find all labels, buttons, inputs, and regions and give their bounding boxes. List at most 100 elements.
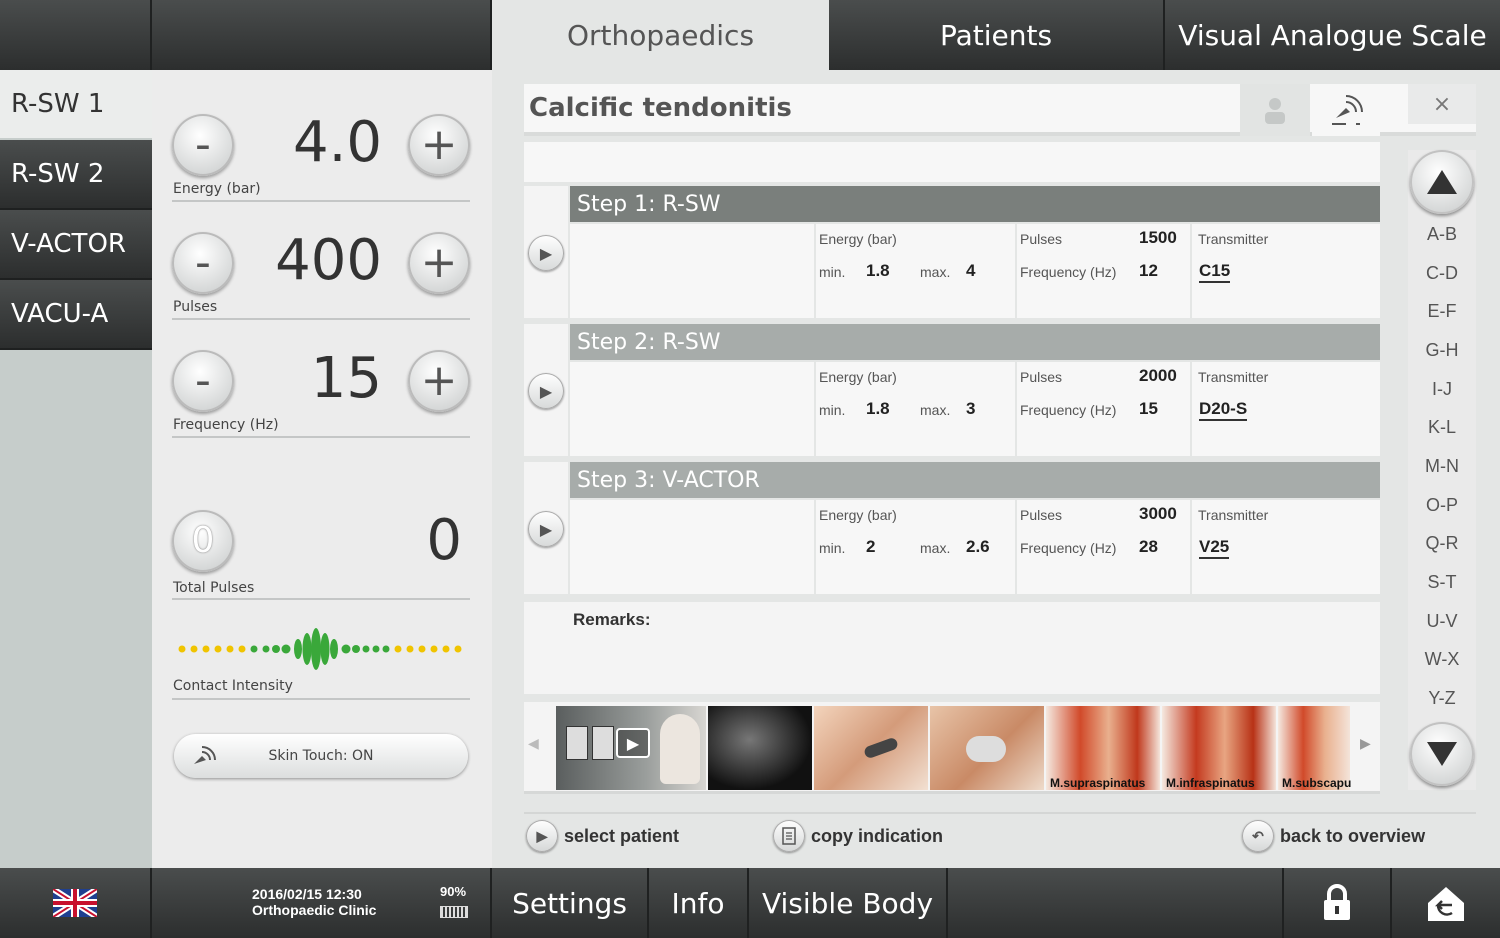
- step-2-transmitter-cell: Transmitter D20-S: [1192, 362, 1380, 456]
- index-g-h[interactable]: G-H: [1408, 340, 1476, 361]
- index-i-j[interactable]: I-J: [1408, 379, 1476, 400]
- mode-v-actor[interactable]: V-ACTOR: [0, 210, 152, 280]
- step-2: ▶ Step 2: R-SW Energy (bar) min. 1.8 max…: [524, 324, 1380, 456]
- scroll-up-button[interactable]: [1410, 150, 1474, 214]
- tab-patients[interactable]: Patients: [829, 0, 1165, 70]
- max-label: max.: [920, 540, 951, 556]
- gallery-ultrasound-thumbnail[interactable]: [708, 706, 812, 790]
- mode-vacu-a[interactable]: VACU-A: [0, 280, 152, 350]
- gallery-anatomy-supraspinatus[interactable]: M.supraspinatus: [1046, 706, 1160, 790]
- play-icon: ▶: [526, 820, 558, 852]
- close-button[interactable]: ×: [1408, 84, 1476, 124]
- gallery-next-icon[interactable]: ▶: [1360, 736, 1371, 752]
- select-patient-button[interactable]: ▶ select patient: [526, 820, 679, 852]
- energy-value: 4.0: [292, 110, 382, 175]
- media-gallery: ◀ ▶ M.supraspinatus M.infraspinatus M.su…: [524, 702, 1380, 794]
- step-3: ▶ Step 3: V-ACTOR Energy (bar) min. 2 ma…: [524, 462, 1380, 594]
- energy-label: Energy (bar): [819, 369, 897, 385]
- mode-r-sw-1[interactable]: R-SW 1: [0, 70, 152, 140]
- step-3-play-button[interactable]: ▶: [528, 511, 564, 547]
- indication-subtitle-bar: [524, 142, 1380, 182]
- info-label: Info: [671, 886, 725, 920]
- patient-icon[interactable]: [1240, 84, 1310, 136]
- index-a-b[interactable]: A-B: [1408, 224, 1476, 245]
- gallery-treatment-photo-1[interactable]: [814, 706, 928, 790]
- energy-minus-button[interactable]: -: [172, 114, 234, 176]
- energy-plus-button[interactable]: +: [408, 114, 470, 176]
- index-w-x[interactable]: W-X: [1408, 649, 1476, 670]
- pulses-row: - 400 + Pulses: [172, 228, 470, 320]
- pulses-plus-button[interactable]: +: [408, 232, 470, 294]
- mode-r-sw-2[interactable]: R-SW 2: [0, 140, 152, 210]
- remarks-box[interactable]: Remarks:: [524, 602, 1380, 694]
- language-button[interactable]: [0, 868, 152, 938]
- skin-touch-toggle[interactable]: Skin Touch: ON: [174, 734, 468, 778]
- energy-min-value: 1.8: [866, 399, 890, 418]
- index-m-n[interactable]: M-N: [1408, 456, 1476, 477]
- energy-min-value: 2: [866, 537, 876, 556]
- home-button[interactable]: [1392, 868, 1500, 938]
- index-y-z[interactable]: Y-Z: [1408, 688, 1476, 709]
- video-preview-card: [566, 726, 588, 760]
- step-2-pulses-cell: Pulses 2000 Frequency (Hz) 15: [1017, 362, 1190, 456]
- settings-button[interactable]: Settings: [492, 868, 649, 938]
- frequency-value: 12: [1139, 261, 1158, 280]
- transmitter-value[interactable]: D20-S: [1199, 399, 1248, 421]
- back-to-overview-button[interactable]: ↶ back to overview: [1242, 820, 1425, 852]
- energy-label: Energy (bar): [819, 231, 897, 247]
- min-label: min.: [819, 540, 846, 556]
- gallery-anatomy-infraspinatus[interactable]: M.infraspinatus: [1162, 706, 1276, 790]
- skin-touch-label: Skin Touch: ON: [268, 748, 374, 764]
- transmitter-value[interactable]: V25: [1199, 537, 1230, 559]
- step-1-play-button[interactable]: ▶: [528, 235, 564, 271]
- transmitter-label: Transmitter: [1198, 507, 1269, 523]
- index-q-r[interactable]: Q-R: [1408, 533, 1476, 554]
- transmitter-value[interactable]: C15: [1199, 261, 1231, 283]
- battery-percent: 90%: [440, 884, 467, 899]
- energy-min-value: 1.8: [866, 261, 890, 280]
- pulses-minus-button[interactable]: -: [172, 232, 234, 294]
- gallery-anatomy-subscapularis[interactable]: M.subscapu: [1278, 706, 1351, 790]
- index-e-f[interactable]: E-F: [1408, 301, 1476, 322]
- tab-orthopaedics[interactable]: Orthopaedics: [492, 0, 829, 70]
- frequency-label: Frequency (Hz): [1020, 264, 1117, 280]
- frequency-minus-button[interactable]: -: [172, 350, 234, 412]
- step-1: ▶ Step 1: R-SW Energy (bar) min. 1.8 max…: [524, 186, 1380, 318]
- frequency-label: Frequency (Hz): [173, 417, 279, 433]
- frequency-value: 15: [310, 346, 382, 411]
- index-c-d[interactable]: C-D: [1408, 263, 1476, 284]
- copy-indication-button[interactable]: copy indication: [773, 820, 943, 852]
- info-button[interactable]: Info: [649, 868, 749, 938]
- frequency-plus-button[interactable]: +: [408, 350, 470, 412]
- index-k-l[interactable]: K-L: [1408, 417, 1476, 438]
- step-1-header[interactable]: Step 1: R-SW: [570, 186, 1380, 222]
- handpiece-icon: [1332, 95, 1363, 125]
- pulses-value: 400: [275, 228, 382, 293]
- lock-button[interactable]: [1284, 868, 1392, 938]
- step-2-play-button[interactable]: ▶: [528, 373, 564, 409]
- date-time: 2016/02/15 12:30: [252, 886, 362, 902]
- tab-visual-analogue-scale[interactable]: Visual Analogue Scale: [1165, 0, 1500, 70]
- index-u-v[interactable]: U-V: [1408, 611, 1476, 632]
- action-bar: ▶ select patient copy indication ↶ back …: [524, 812, 1476, 852]
- battery-icon: [440, 906, 468, 918]
- gallery-video-thumbnail[interactable]: ▶: [556, 706, 706, 790]
- index-o-p[interactable]: O-P: [1408, 495, 1476, 516]
- bottom-bar-blank: [948, 868, 1284, 938]
- top-bar: Orthopaedics Patients Visual Analogue Sc…: [0, 0, 1500, 70]
- step-3-header[interactable]: Step 3: V-ACTOR: [570, 462, 1380, 498]
- visible-body-label: Visible Body: [761, 886, 934, 920]
- index-s-t[interactable]: S-T: [1408, 572, 1476, 593]
- visible-body-button[interactable]: Visible Body: [749, 868, 948, 938]
- energy-max-value: 3: [966, 399, 976, 418]
- gallery-prev-icon[interactable]: ◀: [528, 736, 539, 752]
- bottom-bar: 2016/02/15 12:30 Orthopaedic Clinic 90% …: [0, 868, 1500, 938]
- step-2-header[interactable]: Step 2: R-SW: [570, 324, 1380, 360]
- frequency-row: - 15 + Frequency (Hz): [172, 346, 470, 438]
- gallery-treatment-photo-2[interactable]: [930, 706, 1044, 790]
- pulses-label: Pulses: [1020, 231, 1063, 247]
- total-pulses-reset-icon[interactable]: 0: [172, 510, 234, 572]
- scroll-down-button[interactable]: [1410, 722, 1474, 786]
- arrow-up-icon: [1427, 170, 1457, 194]
- transmitter-switch-icon[interactable]: [1312, 84, 1380, 136]
